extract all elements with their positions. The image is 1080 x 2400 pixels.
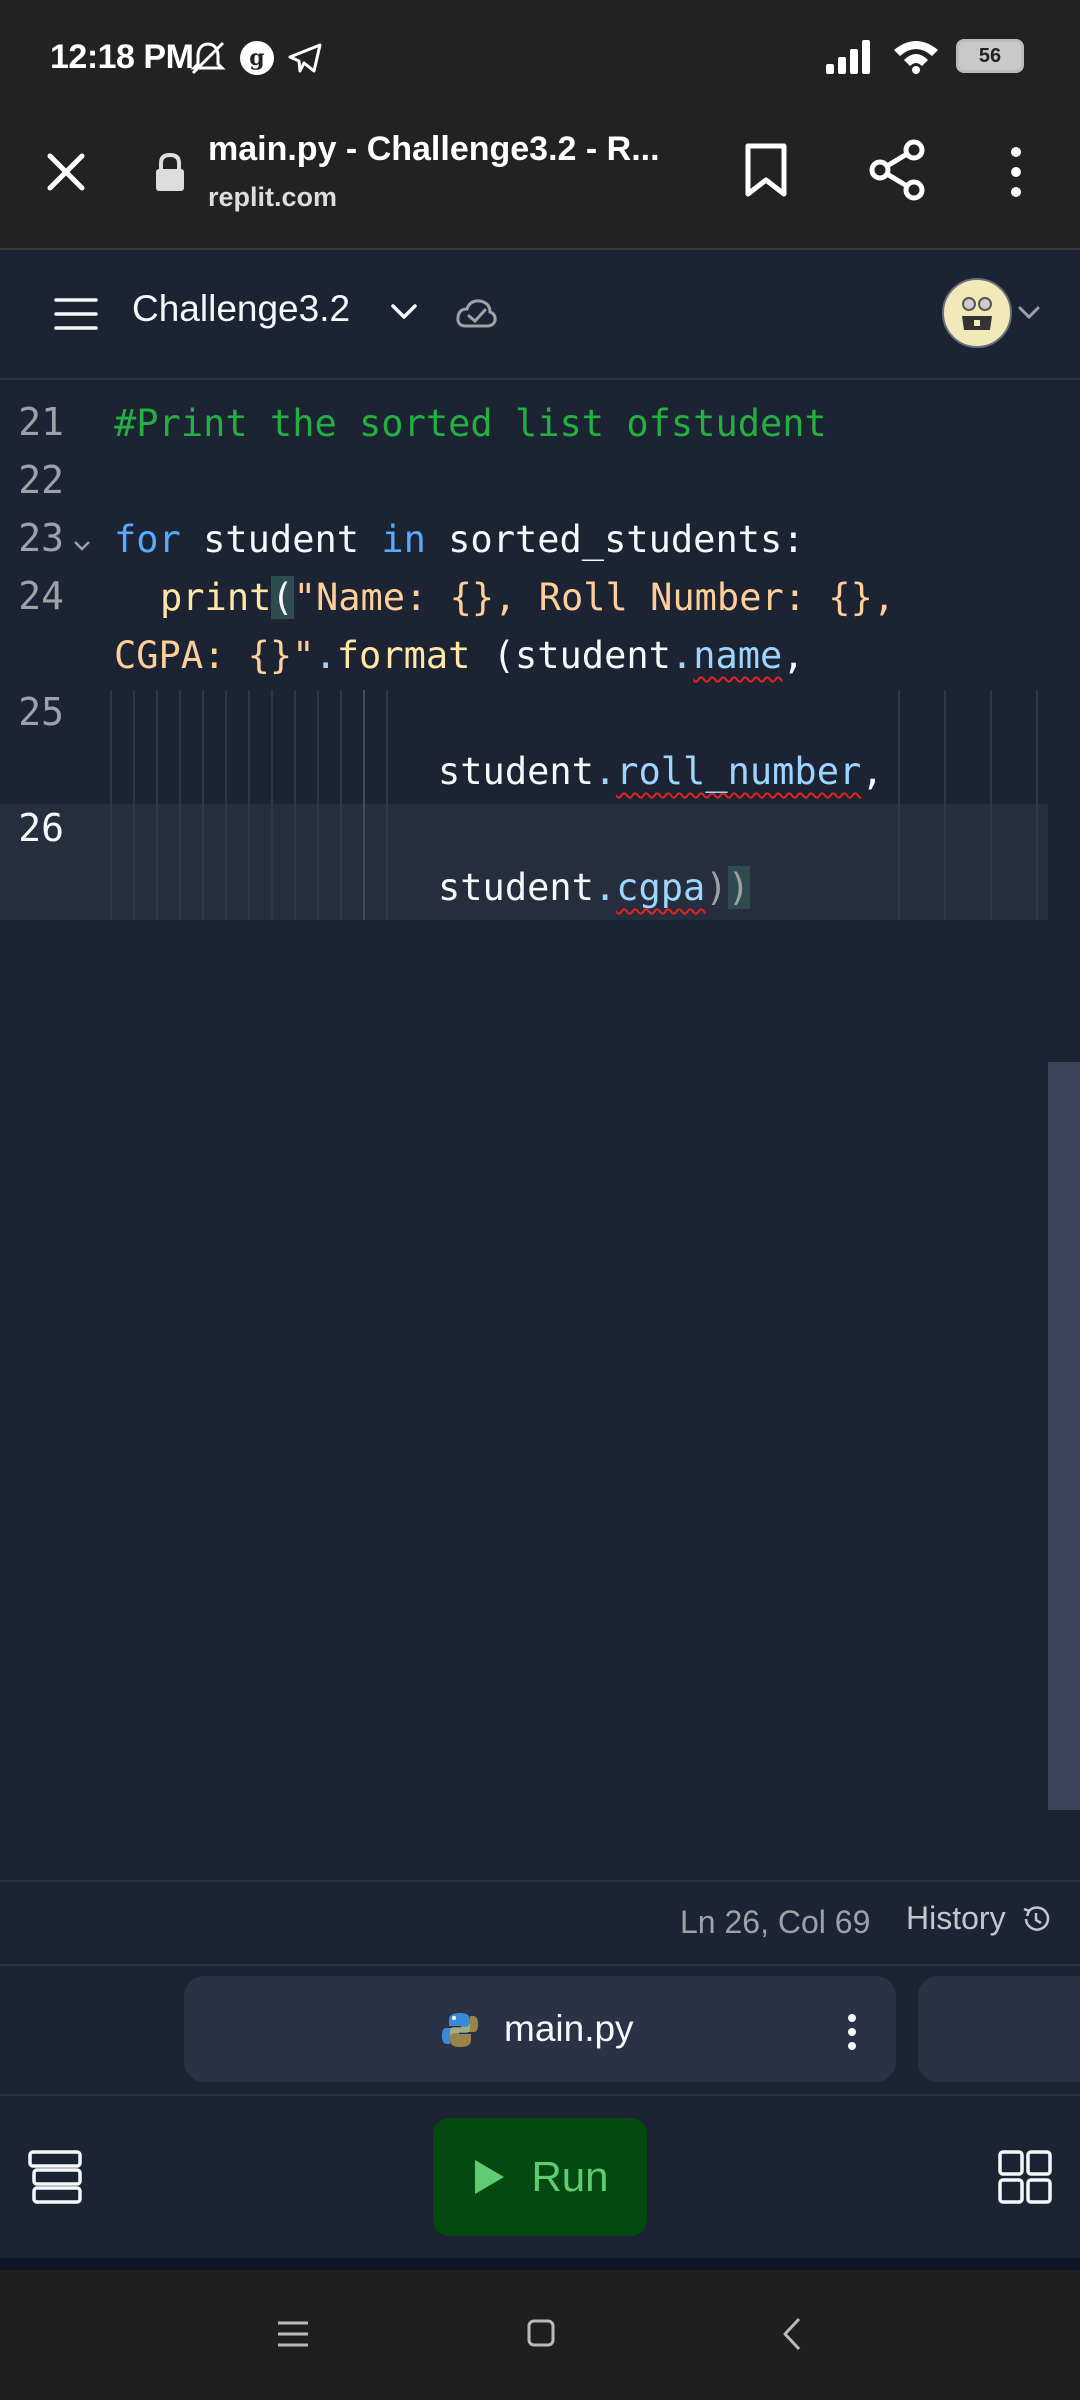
string-literal: CGPA: {}"	[114, 634, 315, 677]
status-icons-left: g	[188, 36, 324, 80]
code-token: student	[438, 750, 594, 793]
bracket-match: )	[727, 866, 750, 909]
indent-guide	[317, 690, 319, 920]
chevron-down-icon[interactable]	[1016, 300, 1042, 324]
lock-icon	[156, 152, 184, 191]
back-icon[interactable]	[780, 2316, 804, 2352]
tools-icon[interactable]	[26, 2148, 84, 2206]
code-token: )	[705, 866, 728, 909]
cursor-position: Ln 26, Col 69	[680, 1904, 871, 1940]
fold-chevron-icon[interactable]	[72, 538, 92, 554]
code-line-21[interactable]: #Print the sorted list ofstudent	[114, 402, 827, 445]
code-token: .	[593, 866, 617, 909]
indent-guide	[1036, 690, 1038, 920]
history-label: History	[906, 1900, 1006, 1936]
code-token: .	[670, 634, 694, 677]
svg-text:g: g	[249, 45, 264, 71]
indent-guide	[133, 690, 135, 920]
code-line-23[interactable]: for student in sorted_students:	[114, 518, 805, 561]
code-token: .	[593, 750, 617, 793]
code-token: student	[180, 518, 382, 561]
attr-name: name	[693, 634, 783, 677]
close-icon[interactable]	[36, 142, 96, 202]
code-token: .	[314, 634, 337, 677]
telegram-icon	[288, 43, 322, 73]
indent-guide	[363, 690, 365, 920]
status-time: 12:18 PM	[50, 38, 194, 76]
code-token: (student	[470, 634, 671, 677]
more-vert-icon[interactable]	[842, 2010, 862, 2054]
status-icons-right: 56	[824, 38, 1024, 74]
indent-guide	[225, 690, 227, 920]
chevron-down-icon[interactable]	[388, 296, 420, 326]
run-label: Run	[531, 2153, 609, 2200]
history-icon	[1023, 1905, 1049, 1931]
indent-guide	[944, 690, 946, 920]
indent-guide	[386, 690, 388, 920]
indent-guide	[110, 690, 112, 920]
code-token: sorted_students:	[425, 518, 805, 561]
indent-guide	[156, 690, 158, 920]
keyword-for: for	[114, 518, 181, 561]
python-icon	[442, 2013, 478, 2047]
line-number: 22	[18, 458, 64, 502]
divider	[0, 2258, 1080, 2270]
history-button[interactable]: History	[906, 1900, 1052, 1937]
code-line-24-wrap[interactable]: CGPA: {}".format (student.name,	[114, 634, 805, 677]
indent-guide	[340, 690, 342, 920]
indent-guide	[202, 690, 204, 920]
line-number-active: 26	[18, 806, 64, 850]
indent-guide	[990, 690, 992, 920]
code-token: ,	[861, 750, 884, 793]
indent-guide	[271, 690, 273, 920]
string-literal: "Name: {}, Roll Number: {},	[293, 576, 896, 619]
line-number: 21	[18, 400, 64, 444]
line-number: 24	[18, 574, 64, 618]
attr-roll-number: roll_number	[616, 750, 862, 793]
method-format: format	[336, 634, 471, 677]
page-title[interactable]: main.py - Challenge3.2 - R...	[208, 130, 688, 169]
function-print: print	[160, 576, 272, 619]
run-button[interactable]: Run	[433, 2118, 647, 2236]
page-domain[interactable]: replit.com	[208, 182, 337, 213]
mute-icon	[190, 41, 226, 75]
play-icon	[475, 2160, 505, 2194]
more-vert-icon[interactable]	[992, 140, 1040, 204]
code-line-24[interactable]: print("Name: {}, Roll Number: {},	[160, 576, 895, 619]
avatar[interactable]	[942, 278, 1012, 348]
code-line-26[interactable]: student.cgpa))	[438, 866, 750, 909]
attr-cgpa: cgpa	[616, 866, 706, 909]
indent-guide	[248, 690, 250, 920]
tab-next[interactable]	[918, 1976, 1080, 2082]
grid-icon[interactable]	[996, 2148, 1054, 2206]
home-icon[interactable]	[526, 2318, 556, 2348]
bracket-match: (	[271, 576, 294, 619]
indent-guide	[294, 690, 296, 920]
editor-scrollbar[interactable]	[1048, 1062, 1080, 1810]
keyword-in: in	[381, 518, 426, 561]
indent-guide	[179, 690, 181, 920]
battery-icon: 56	[956, 39, 1024, 73]
indent-guide	[898, 690, 900, 920]
wifi-icon	[894, 41, 938, 74]
share-icon[interactable]	[866, 138, 930, 202]
cloud-check-icon[interactable]	[454, 294, 498, 334]
line-number: 25	[18, 690, 64, 734]
bookmark-icon[interactable]	[738, 140, 794, 200]
g-icon: g	[240, 41, 274, 75]
project-name[interactable]: Challenge3.2	[132, 288, 350, 330]
line-number: 23	[18, 516, 64, 560]
code-token: ,	[782, 634, 805, 677]
menu-icon[interactable]	[52, 294, 100, 334]
code-line-25[interactable]: student.roll_number,	[438, 750, 884, 793]
recent-apps-icon[interactable]	[276, 2318, 310, 2350]
tab-label: main.py	[504, 2008, 634, 2049]
signal-icon	[826, 40, 870, 74]
code-token: student	[438, 866, 594, 909]
